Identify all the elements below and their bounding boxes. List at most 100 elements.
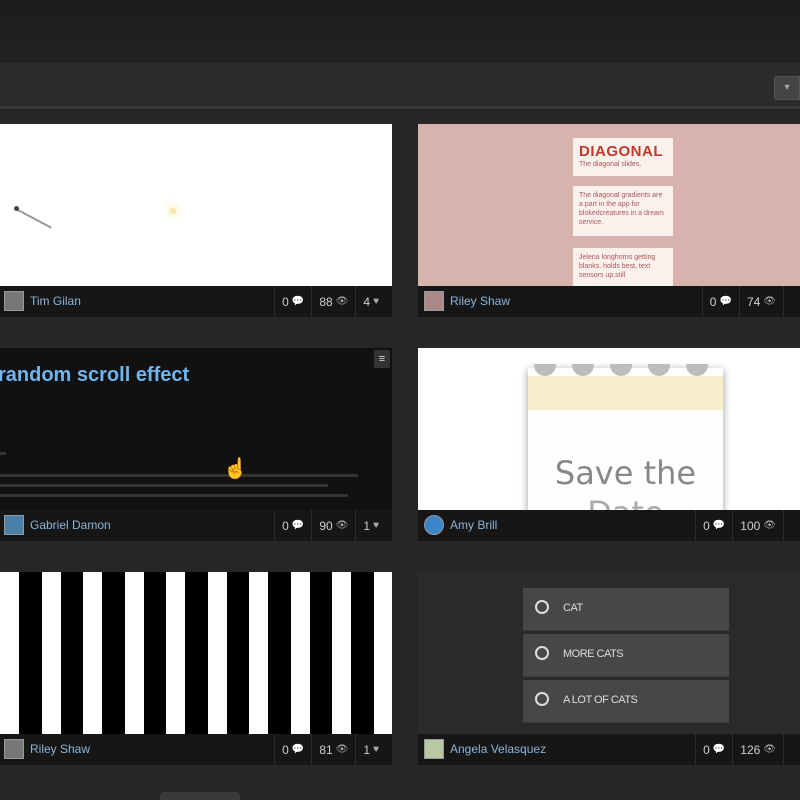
card-footer: Riley Shaw 0 💬 74 👁 (418, 286, 800, 317)
comments-stat[interactable]: 0 💬 (695, 510, 732, 541)
pen-card[interactable]: Riley Shaw 0 💬 81 👁 1 ♥ (0, 572, 392, 765)
radio-option-label: A LOT OF CATS (563, 694, 638, 706)
comments-count: 0 (282, 518, 289, 533)
radio-circle-icon[interactable] (535, 600, 549, 614)
author-link[interactable]: Tim Gilan (30, 294, 81, 308)
stats: 0 💬 90 👁 1 ♥ (274, 510, 386, 541)
likes-stat[interactable] (783, 510, 800, 541)
stats: 0 💬 126 👁 (695, 734, 800, 765)
pen-preview[interactable]: random scroll effect ≡ ☝ (0, 348, 392, 510)
note-band (528, 376, 723, 410)
radio-circle-icon[interactable] (535, 692, 549, 706)
comments-stat[interactable]: 0 💬 (274, 286, 311, 317)
heart-icon: ♥ (373, 520, 379, 531)
pen-preview[interactable]: Save the Date (418, 348, 800, 510)
pen-card[interactable]: random scroll effect ≡ ☝ Gabriel Damon 0… (0, 348, 392, 541)
stats: 0 💬 81 👁 1 ♥ (274, 734, 386, 765)
likes-stat[interactable]: 1 ♥ (355, 510, 386, 541)
stripe-bar (373, 572, 392, 734)
comment-icon: 💬 (291, 296, 305, 307)
stripe-bar (166, 572, 185, 734)
diagonal-title: DIAGONAL (579, 143, 663, 160)
avatar[interactable] (4, 291, 24, 311)
heart-icon: ♥ (373, 744, 379, 755)
radio-option[interactable]: A LOT OF CATS (523, 680, 729, 723)
avatar[interactable] (424, 739, 444, 759)
likes-stat[interactable]: 1 ♥ (355, 734, 386, 765)
comments-count: 0 (703, 742, 710, 757)
pen-preview[interactable]: DIAGONAL The diagonal slides. The diagon… (418, 124, 800, 286)
pen-preview[interactable] (0, 124, 392, 286)
heart-icon: ♥ (373, 296, 379, 307)
preview-title: random scroll effect (0, 364, 190, 386)
views-stat: 90 👁 (311, 510, 355, 541)
comments-stat[interactable]: 0 💬 (695, 734, 732, 765)
pen-card[interactable]: Save the Date Amy Brill 0💬 100👁 (418, 348, 800, 541)
binder-hole (534, 364, 556, 376)
pen-card[interactable]: CAT MORE CATS A LOT OF CATS Angela Velas… (418, 572, 800, 765)
text-line (0, 494, 348, 497)
comments-stat[interactable]: 0 💬 (274, 510, 311, 541)
stripe-bar (332, 572, 351, 734)
diagonal-title-box: DIAGONAL The diagonal slides. (573, 138, 673, 176)
avatar[interactable] (424, 291, 444, 311)
comment-icon: 💬 (712, 520, 726, 531)
author-link[interactable]: Angela Velasquez (450, 742, 546, 756)
card-footer: Tim Gilan 0 💬 88 👁 4 ♥ (0, 286, 392, 317)
comments-stat[interactable]: 0 💬 (701, 286, 739, 317)
views-stat: 126 👁 (732, 734, 783, 765)
views-count: 100 (740, 518, 761, 533)
diagonal-text-box: The diagonal gradients are a part in the… (573, 186, 673, 236)
avatar[interactable] (4, 515, 24, 535)
radio-circle-icon[interactable] (535, 646, 549, 660)
pen-preview[interactable]: CAT MORE CATS A LOT OF CATS (418, 572, 800, 734)
stripe-bar (207, 572, 227, 734)
stats: 0 💬 100 👁 (695, 510, 800, 541)
radio-option[interactable]: MORE CATS (523, 634, 729, 677)
text-line (0, 484, 328, 487)
card-footer: Angela Velasquez 0 💬 126 👁 (418, 734, 800, 765)
avatar[interactable] (424, 515, 444, 535)
avatar[interactable] (4, 739, 24, 759)
views-count: 81 (319, 742, 333, 757)
views-stat: 88 👁 (311, 286, 355, 317)
pen-card[interactable]: DIAGONAL The diagonal slides. The diagon… (418, 124, 800, 317)
likes-stat[interactable] (783, 734, 800, 765)
author-link[interactable]: Riley Shaw (450, 294, 510, 308)
eye-icon: 👁 (335, 296, 349, 307)
stats: 0 💬 88 👁 4 ♥ (274, 286, 386, 317)
load-more-tab[interactable] (160, 792, 240, 800)
comments-count: 0 (282, 742, 289, 757)
eye-icon: 👁 (763, 744, 776, 755)
stripe-bar (124, 572, 144, 734)
radio-option-label: CAT (563, 602, 583, 614)
binder-hole (686, 364, 708, 376)
eye-icon: 👁 (763, 296, 776, 307)
likes-stat[interactable]: 4 ♥ (355, 286, 386, 317)
views-count: 88 (319, 294, 333, 309)
pen-preview[interactable] (0, 572, 392, 734)
text-line (0, 474, 358, 477)
menu-icon[interactable]: ≡ (374, 350, 390, 368)
stripe-bar (290, 572, 310, 734)
binder-hole (610, 364, 632, 376)
stripe-bar (249, 572, 268, 734)
author-link[interactable]: Gabriel Damon (30, 518, 111, 532)
top-header-bar (0, 0, 800, 60)
comments-stat[interactable]: 0 💬 (274, 734, 311, 765)
author-link[interactable]: Riley Shaw (30, 742, 90, 756)
stripe-bar (41, 572, 61, 734)
radio-option-label: MORE CATS (563, 648, 624, 660)
dropdown-toggle-button[interactable]: ▾ (774, 76, 800, 100)
likes-count: 1 (363, 518, 371, 533)
radio-option[interactable]: CAT (523, 588, 729, 631)
pen-card[interactable]: Tim Gilan 0 💬 88 👁 4 ♥ (0, 124, 392, 317)
card-footer: Amy Brill 0 💬 100 👁 (418, 510, 800, 541)
card-footer: Gabriel Damon 0 💬 90 👁 1 ♥ (0, 510, 392, 541)
likes-stat[interactable] (783, 286, 800, 317)
eye-icon: 👁 (335, 520, 349, 531)
diagonal-text: The diagonal gradients are a part in the… (579, 192, 664, 226)
author-link[interactable]: Amy Brill (450, 518, 497, 532)
comments-count: 0 (282, 294, 289, 309)
stats: 0 💬 74 👁 (701, 286, 800, 317)
